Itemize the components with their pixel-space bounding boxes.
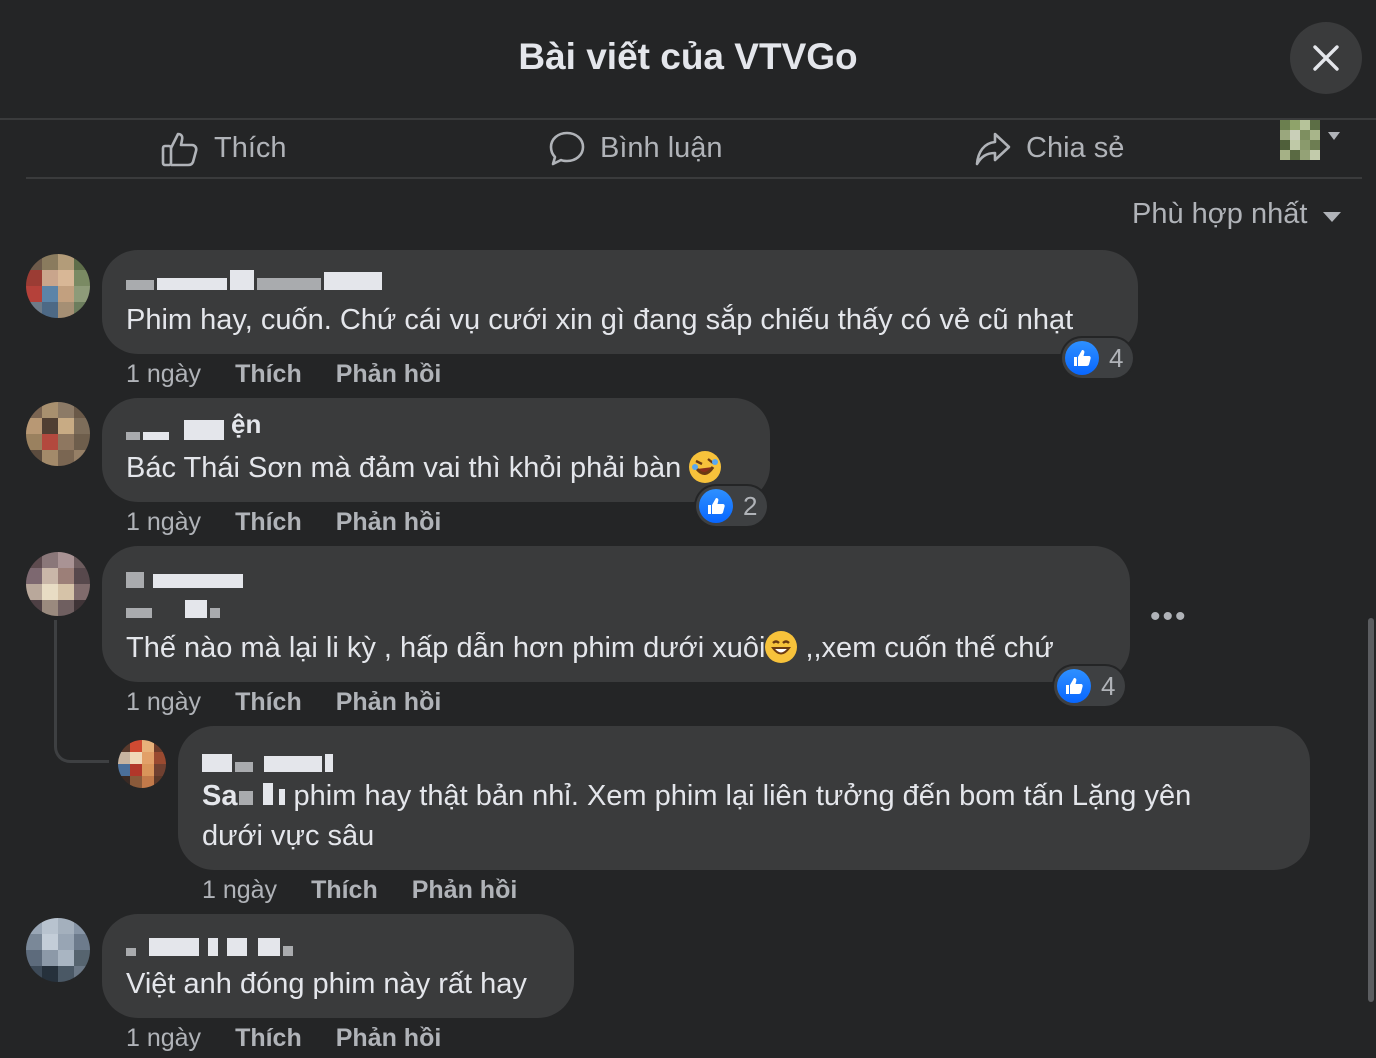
like-icon — [161, 132, 198, 166]
more-icon: ••• — [1150, 600, 1188, 633]
comment-meta: 1 ngày Thích Phản hồi — [126, 1024, 441, 1053]
commenter-name-line2 — [126, 594, 220, 618]
commenter-avatar[interactable] — [26, 402, 90, 466]
reaction-number: 2 — [743, 490, 758, 521]
caret-down-icon — [1323, 211, 1342, 222]
comment-like-link[interactable]: Thích — [235, 360, 302, 389]
comment-text: Phim hay, cuốn. Chứ cái vụ cưới xin gì đ… — [126, 304, 1074, 336]
like-action-label: Thích — [214, 132, 287, 164]
like-reaction-icon — [1065, 341, 1099, 375]
dialog-title: Bài viết của VTVGo — [518, 36, 858, 77]
reply-text-line2: dưới vực sâu — [202, 820, 375, 852]
close-button[interactable] — [1290, 22, 1362, 94]
comment-reply-link[interactable]: Phản hồi — [336, 688, 442, 717]
comment-time[interactable]: 1 ngày — [126, 360, 201, 389]
reply-text: Sa phim hay thật bản nhỉ. Xem phim lại l… — [202, 780, 1192, 812]
scrollbar[interactable] — [1368, 618, 1374, 1002]
reaction-count[interactable]: 2 — [696, 486, 768, 526]
comment-text: Việt anh đóng phim này rất hay — [126, 968, 527, 1000]
reply-like-link[interactable]: Thích — [311, 876, 378, 905]
comment-time[interactable]: 1 ngày — [126, 688, 201, 717]
comment-bubble: Thế nào mà lại li kỳ , hấp dẫn hơn phim … — [102, 546, 1130, 682]
rolling-laughing-emoji-icon — [689, 451, 722, 483]
comment-time[interactable]: 1 ngày — [126, 508, 201, 537]
comment-reply-link[interactable]: Phản hồi — [336, 1024, 442, 1053]
share-action-label: Chia sẻ — [1026, 132, 1125, 164]
reaction-count[interactable]: 4 — [1054, 666, 1126, 706]
comment-like-link[interactable]: Thích — [235, 688, 302, 717]
comment-like-link[interactable]: Thích — [235, 1024, 302, 1053]
comment-meta: 1 ngày Thích Phản hồi — [126, 360, 441, 389]
grinning-emoji-icon — [765, 631, 798, 663]
comment-action-button[interactable]: Bình luận — [548, 120, 723, 177]
reaction-number: 4 — [1109, 342, 1124, 373]
sort-label: Phù hợp nhất — [1132, 198, 1308, 230]
commenter-name[interactable] — [126, 932, 293, 956]
reply-bubble: Sa phim hay thật bản nhỉ. Xem phim lại l… — [178, 726, 1310, 870]
comment-reply-link[interactable]: Phản hồi — [336, 360, 442, 389]
reply-author-name[interactable] — [202, 748, 333, 772]
more-options-button[interactable]: ••• — [1150, 600, 1188, 634]
post-action-bar: Thích Bình luận Chia sẻ — [26, 120, 1362, 179]
reply-meta: 1 ngày Thích Phản hồi — [202, 876, 517, 905]
comment-icon — [549, 131, 585, 165]
like-action-button[interactable]: Thích — [160, 120, 287, 177]
like-reaction-icon — [699, 489, 733, 523]
comment-text: Bác Thái Sơn mà đảm vai thì khỏi phải bà… — [126, 448, 722, 488]
commenter-avatar[interactable] — [26, 552, 90, 616]
audience-avatar[interactable] — [1280, 120, 1320, 160]
reaction-number: 4 — [1101, 670, 1116, 701]
comment-time[interactable]: 1 ngày — [126, 1024, 201, 1053]
mention-tag[interactable]: Sa — [202, 780, 237, 812]
comment-bubble: Phim hay, cuốn. Chứ cái vụ cưới xin gì đ… — [102, 250, 1138, 354]
comment-meta: 1 ngày Thích Phản hồi — [126, 688, 441, 717]
comment-text: Thế nào mà lại li kỳ , hấp dẫn hơn phim … — [126, 631, 1054, 664]
commenter-name[interactable]: ện — [126, 409, 261, 440]
comment-reply-link[interactable]: Phản hồi — [336, 508, 442, 537]
comment-bubble: ện Bác Thái Sơn mà đảm vai thì khỏi phải… — [102, 398, 770, 502]
comment-bubble: Việt anh đóng phim này rất hay — [102, 914, 574, 1018]
commenter-avatar[interactable] — [26, 254, 90, 318]
share-action-button[interactable]: Chia sẻ — [974, 120, 1124, 177]
comment-sort-dropdown[interactable]: Phù hợp nhất — [1132, 198, 1342, 231]
close-icon — [1313, 45, 1339, 71]
comment-action-label: Bình luận — [600, 132, 723, 164]
dialog-header: Bài viết của VTVGo — [0, 0, 1376, 120]
reply-author-avatar[interactable] — [118, 740, 166, 788]
commenter-name[interactable] — [126, 564, 243, 588]
share-icon — [975, 132, 1011, 165]
reaction-count[interactable]: 4 — [1062, 338, 1134, 378]
like-reaction-icon — [1057, 669, 1091, 703]
reply-time[interactable]: 1 ngày — [202, 876, 277, 905]
comment-meta: 1 ngày Thích Phản hồi — [126, 508, 441, 537]
commenter-name[interactable] — [126, 266, 382, 290]
commenter-avatar[interactable] — [26, 918, 90, 982]
comment-like-link[interactable]: Thích — [235, 508, 302, 537]
chevron-down-icon[interactable] — [1328, 132, 1340, 140]
reply-reply-link[interactable]: Phản hồi — [412, 876, 518, 905]
reply-thread-line — [54, 620, 109, 763]
